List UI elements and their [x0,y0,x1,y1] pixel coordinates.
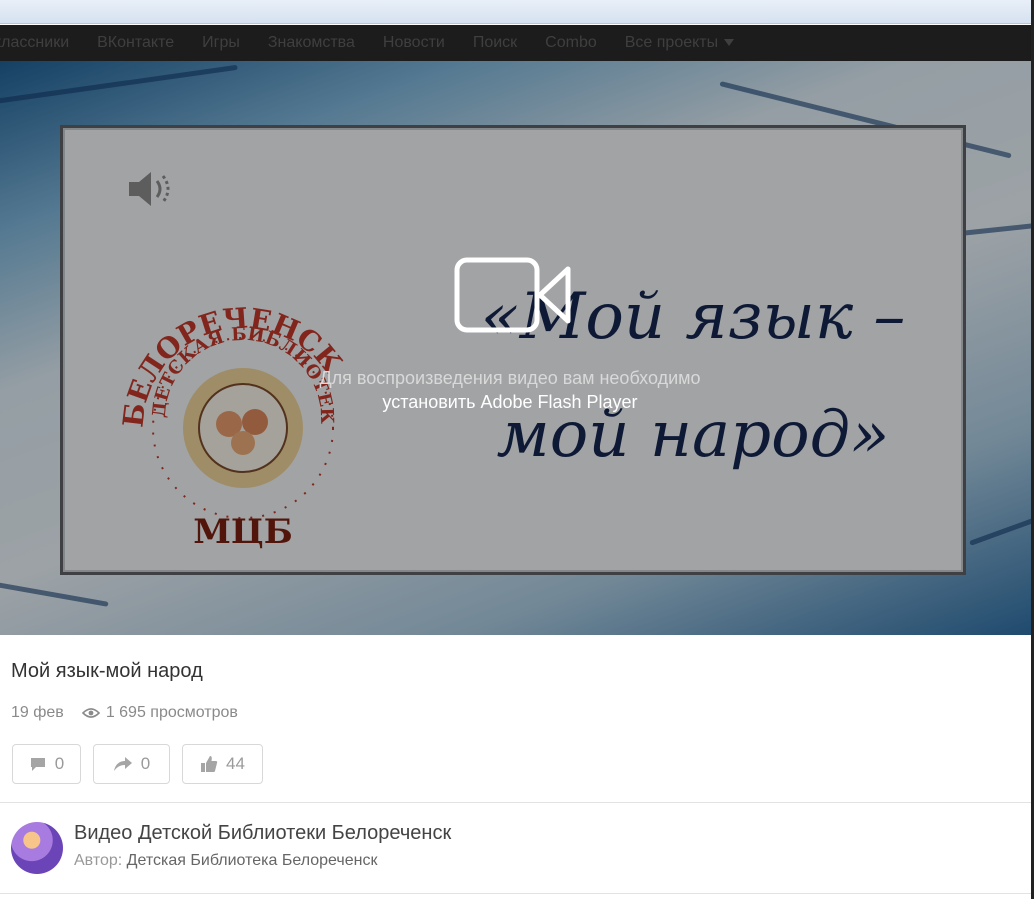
nav-search[interactable]: Поиск [473,34,517,52]
section-divider [0,802,1031,803]
nav-all-projects[interactable]: Все проекты [624,34,735,52]
thumbs-up-icon [201,756,218,772]
top-navigation: классники ВКонтакте Игры Знакомства Ново… [0,25,1031,61]
video-date: 19 фев [11,704,64,721]
author-line: Автор: Детская Библиотека Белореченск [74,852,377,870]
nav-combo[interactable]: Combo [545,34,597,52]
browser-top-bar [0,0,1034,24]
flash-message-text: Для воспроизведения видео вам необходимо [319,368,701,388]
page: классники ВКонтакте Игры Знакомства Ново… [0,0,1034,899]
nav-games[interactable]: Игры [202,34,240,52]
action-buttons: 0 0 44 [12,744,263,784]
eye-icon [81,708,100,718]
share-button[interactable]: 0 [93,744,170,784]
nav-news[interactable]: Новости [383,34,445,52]
share-count: 0 [140,754,151,773]
video-player[interactable]: БЕЛОРЕЧЕНСК ДЕТСКАЯ БИБЛИОТЕКА МЦБ «Мой … [0,61,1031,635]
views-count: 1 695 просмотров [105,704,238,721]
author-label: Автор: [74,852,123,869]
nav-vkontakte[interactable]: ВКонтакте [97,34,174,52]
install-flash-link[interactable]: установить Adobe Flash Player [0,390,1020,414]
comment-icon [30,758,45,771]
bottom-divider [0,893,1031,894]
chevron-down-icon [724,39,735,47]
video-camera-icon[interactable] [454,257,574,333]
nav-dating[interactable]: Знакомства [268,34,355,52]
author-name-link[interactable]: Детская Библиотека Белореченск [127,852,378,869]
video-views: 1 695 просмотров [81,704,238,722]
video-title: Мой язык-мой народ [11,660,203,682]
share-arrow-icon [113,757,132,771]
comment-button[interactable]: 0 [12,744,81,784]
comment-count: 0 [54,754,65,773]
player-overlay [0,61,1031,635]
flash-player-message: Для воспроизведения видео вам необходимо… [0,366,1020,414]
like-button[interactable]: 44 [182,744,263,784]
channel-name[interactable]: Видео Детской Библиотеки Белореченск [74,822,451,845]
nav-all-projects-label: Все проекты [624,34,719,51]
video-meta: 19 фев 1 695 просмотров [11,704,238,722]
nav-odnoklassniki[interactable]: классники [0,34,69,52]
channel-avatar[interactable] [11,822,63,874]
like-count: 44 [226,754,245,773]
